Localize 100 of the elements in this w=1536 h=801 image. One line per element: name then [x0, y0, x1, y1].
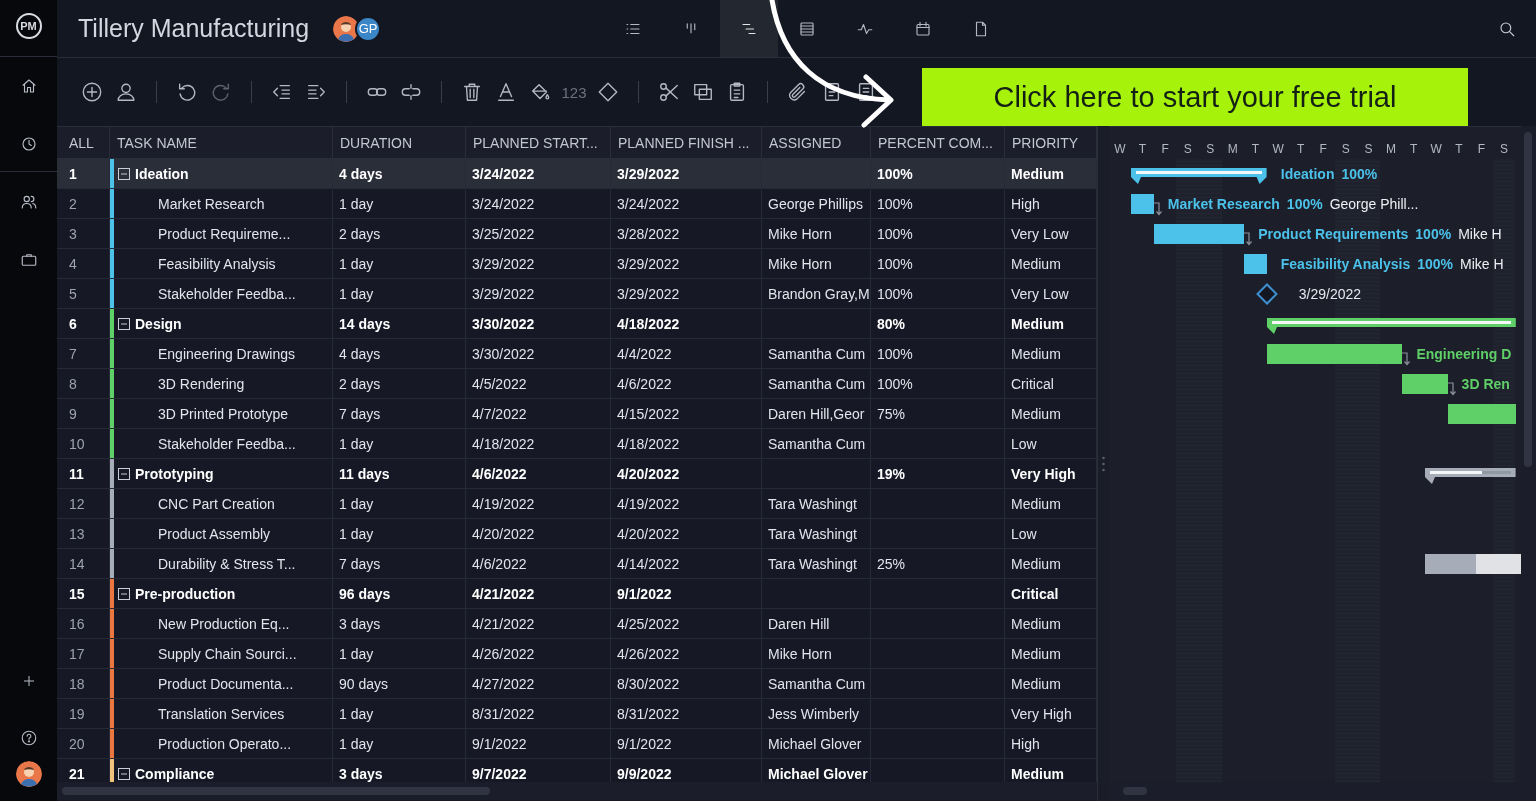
collapse-icon[interactable] [118, 317, 130, 330]
table-cell: 4/20/2022 [611, 519, 762, 548]
task-name: Pre-production [135, 585, 236, 602]
bar-assignee: Mike H [1458, 226, 1502, 242]
column-header[interactable]: DURATION [333, 127, 466, 158]
collapse-icon[interactable] [118, 767, 130, 780]
table-cell: 4/19/2022 [466, 489, 611, 518]
selected-row[interactable]: 1 Ideation 4 days 3/24/2022 3/29/2022 100% Medium [57, 159, 1097, 189]
scrollbar[interactable] [1524, 132, 1533, 467]
table-cell: 4/4/2022 [611, 339, 762, 368]
column-header[interactable]: PLANNED START... [466, 127, 611, 158]
column-header[interactable]: ASSIGNED [762, 127, 871, 158]
bar-percent: 100% [1286, 196, 1323, 212]
column-header[interactable]: TASK NAME [110, 127, 333, 158]
user-avatar[interactable]: GP [355, 15, 382, 42]
table-cell: 1 day [333, 519, 466, 548]
app-logo[interactable]: PM [15, 13, 42, 39]
table-cell: 75% [871, 399, 1005, 428]
bar-label: Market Research [1167, 196, 1280, 212]
bar-label: Feasibility Analysis [1280, 256, 1411, 272]
cut-icon[interactable] [658, 81, 680, 103]
user-avatar[interactable] [15, 761, 42, 787]
add-task-icon[interactable] [81, 81, 103, 103]
table-cell: Daren Hill,Geor [762, 399, 871, 428]
task-name: Engineering Drawings [158, 345, 295, 362]
dependency-arrow [1244, 232, 1255, 246]
scrollbar[interactable] [1122, 787, 1147, 795]
day-label: M [1226, 142, 1239, 156]
table-cell: 2 days [333, 219, 466, 248]
column-header[interactable]: ALL [57, 127, 110, 158]
table-cell: 1 day [333, 249, 466, 278]
day-label: S [1363, 142, 1374, 156]
home-icon[interactable] [19, 77, 38, 95]
table-cell: 1 day [333, 189, 466, 218]
scrollbar[interactable] [62, 787, 490, 795]
collapse-icon[interactable] [118, 167, 130, 180]
table-cell: Tara Washingt [762, 549, 871, 578]
table-cell: 100% [871, 279, 1005, 308]
task-name: New Production Eq... [158, 615, 290, 632]
users-icon[interactable] [19, 193, 38, 211]
user-icon[interactable] [115, 81, 137, 103]
redo-icon[interactable] [210, 81, 232, 103]
task-bar[interactable] [1153, 224, 1245, 244]
paint-bucket-icon[interactable] [529, 81, 551, 103]
table-cell: 1 day [333, 429, 466, 458]
table-cell: 3/24/2022 [466, 189, 611, 218]
undo-icon[interactable] [176, 81, 198, 103]
day-label: T [1454, 142, 1464, 156]
text-color-icon[interactable] [495, 81, 517, 103]
milestone-diamond[interactable] [1255, 283, 1278, 305]
trash-icon[interactable] [461, 81, 483, 103]
table-cell: 4/14/2022 [611, 549, 762, 578]
table-cell: 4/21/2022 [466, 579, 611, 608]
table-cell: 4/20/2022 [611, 459, 762, 488]
column-header[interactable]: PERCENT COM... [871, 127, 1005, 158]
copy-icon[interactable] [692, 81, 714, 103]
view-tab[interactable] [720, 0, 778, 57]
clock-icon[interactable] [19, 135, 38, 153]
table-cell: 4/20/2022 [466, 519, 611, 548]
day-label: S [1182, 142, 1193, 156]
task-name: Compliance [135, 765, 215, 782]
splitter-handle[interactable] [1101, 455, 1105, 472]
calendar-view-icon [914, 19, 932, 38]
table-cell: 4/5/2022 [466, 369, 611, 398]
table-cell: 3/30/2022 [466, 309, 611, 338]
bar-label: 3/29/2022 [1298, 286, 1362, 302]
task-name: Product Documenta... [158, 675, 294, 692]
table-cell: 96 days [333, 579, 466, 608]
table-cell: Mike Horn [762, 219, 871, 248]
briefcase-icon[interactable] [19, 251, 38, 269]
unlink-icon[interactable] [400, 81, 422, 103]
table-cell: 4/19/2022 [611, 489, 762, 518]
search-button[interactable] [1498, 19, 1516, 38]
day-label: F [1476, 142, 1487, 156]
help-icon[interactable] [19, 729, 38, 747]
table-cell: 3/28/2022 [611, 219, 762, 248]
table-cell: 1 day [333, 639, 466, 668]
table-cell: 1 day [333, 489, 466, 518]
collapse-icon[interactable] [118, 587, 130, 600]
table-cell: 8/30/2022 [611, 669, 762, 698]
milestone-icon[interactable] [597, 81, 619, 103]
table-cell: 4/27/2022 [466, 669, 611, 698]
table-cell: 4 days [333, 159, 466, 188]
task-name: Market Research [158, 195, 265, 212]
dependency-arrow [1402, 352, 1413, 366]
table-cell: Jess Wimberly [762, 699, 871, 728]
free-trial-banner[interactable]: Click here to start your free trial [922, 68, 1468, 126]
table-cell: 3/25/2022 [466, 219, 611, 248]
task-name: Stakeholder Feedba... [158, 285, 296, 302]
day-label: S [1498, 142, 1509, 156]
table-cell: 100% [871, 339, 1005, 368]
column-header[interactable]: PLANNED FINISH ... [611, 127, 762, 158]
day-label: S [1205, 142, 1216, 156]
collapse-icon[interactable] [118, 467, 130, 480]
bar-label: Ideation [1280, 166, 1335, 182]
number-format-button[interactable]: 123 [557, 75, 591, 109]
table-cell: 7 days [333, 399, 466, 428]
table-cell: 100% [871, 249, 1005, 278]
table-cell: Samantha Cum [762, 339, 871, 368]
bar-label: 3D Ren [1461, 376, 1510, 392]
